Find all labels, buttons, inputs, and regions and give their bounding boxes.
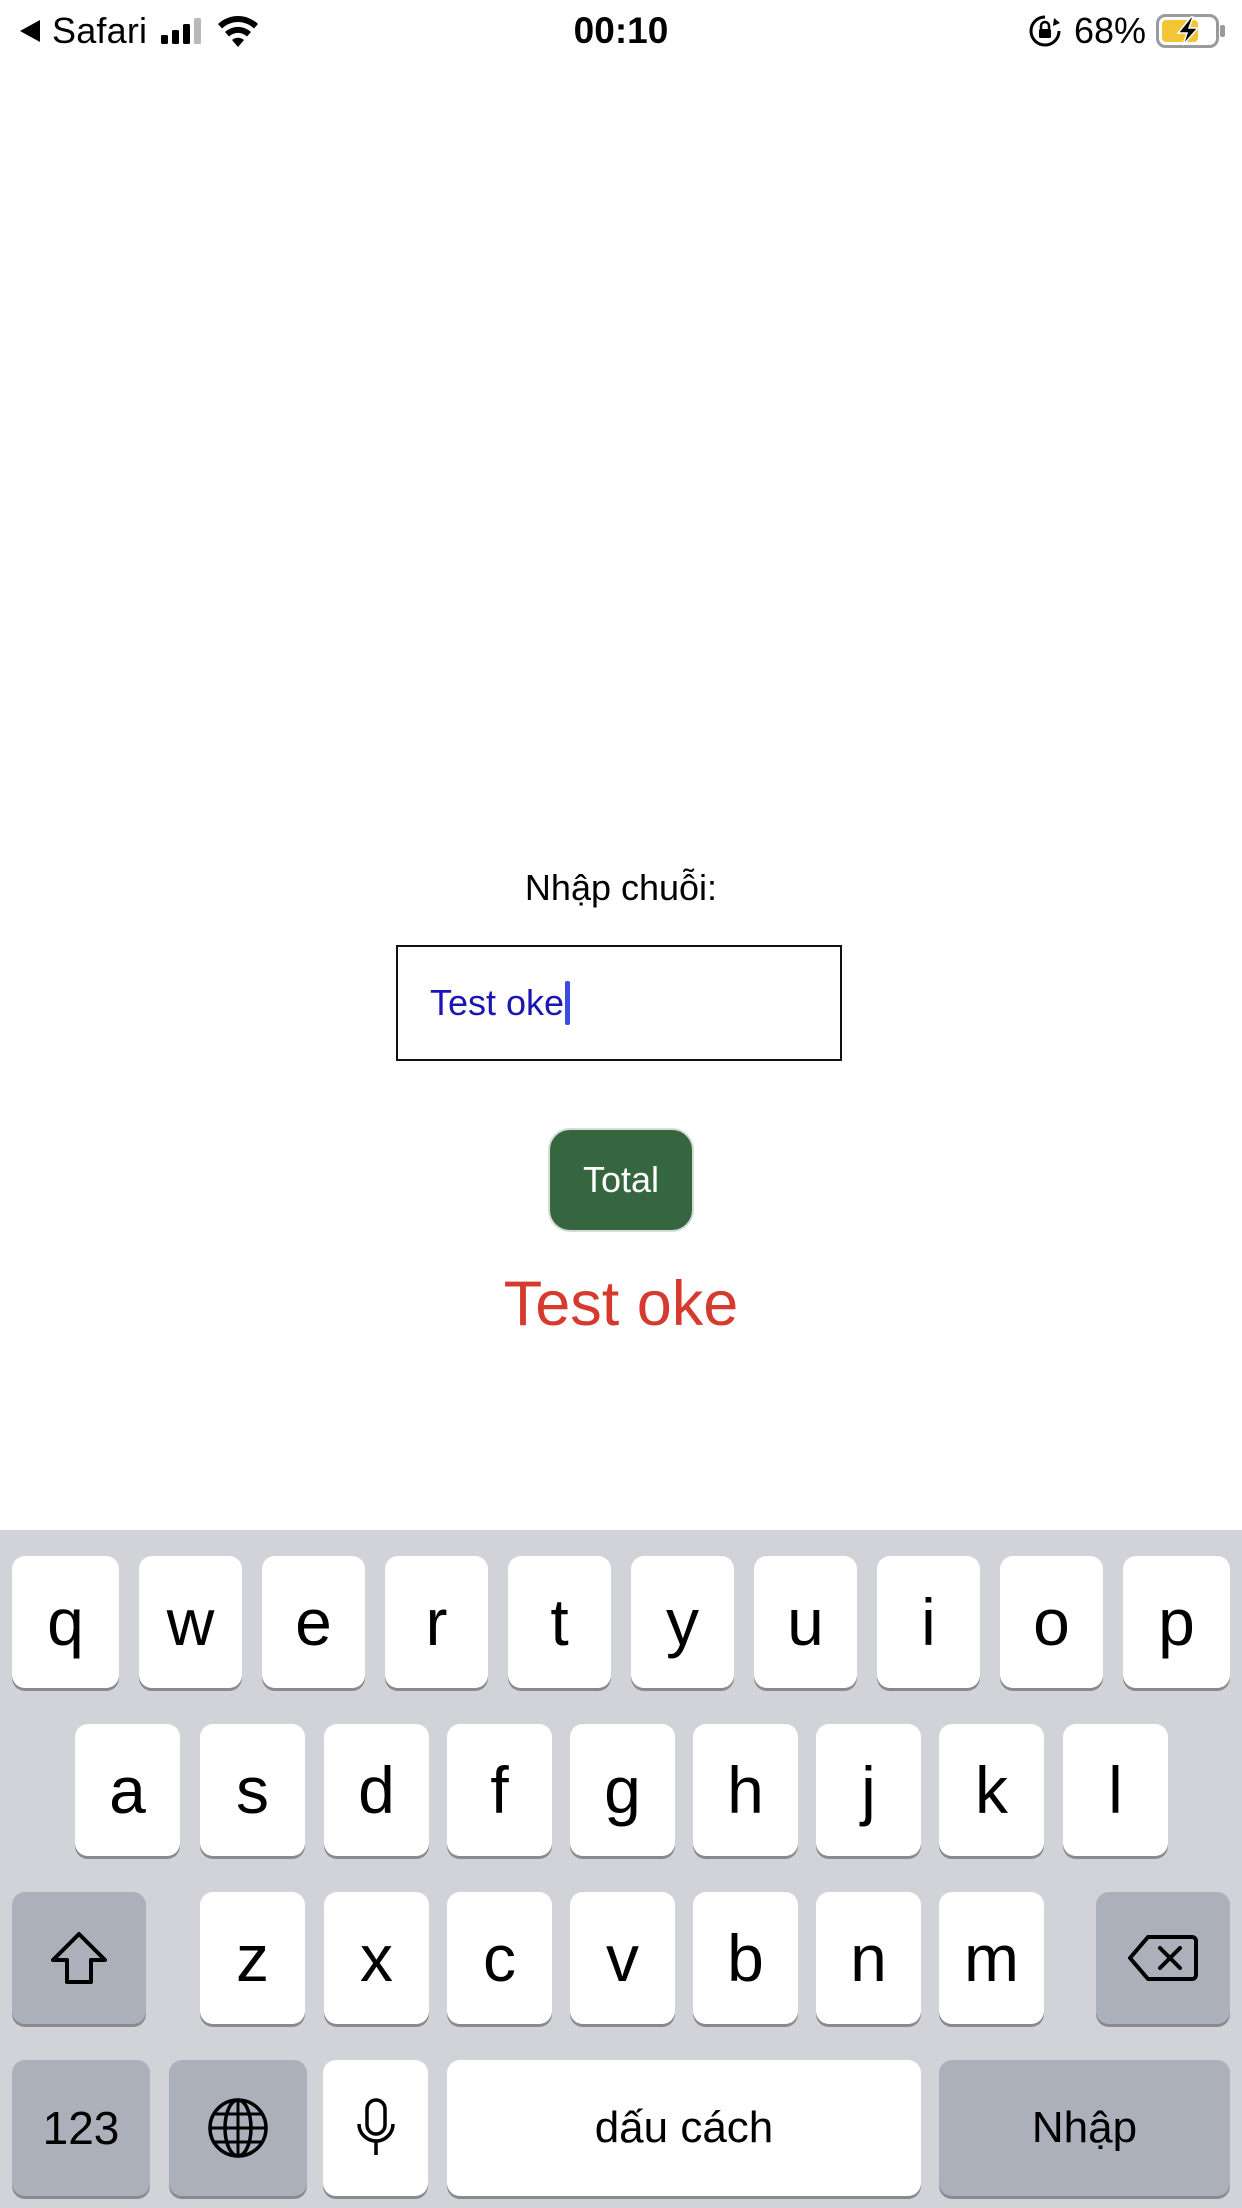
result-output: Test oke: [503, 1269, 739, 1339]
key-y[interactable]: y: [631, 1556, 734, 1688]
input-label: Nhập chuỗi:: [524, 867, 718, 908]
key-z[interactable]: z: [200, 1892, 305, 2024]
key-k[interactable]: k: [939, 1724, 1044, 1856]
key-m[interactable]: m: [939, 1892, 1044, 2024]
status-bar: Safari 00:10 68%: [0, 0, 1242, 62]
input-value: Test oke: [430, 982, 565, 1023]
text-caret: [565, 981, 571, 1025]
key-x[interactable]: x: [324, 1892, 429, 2024]
backspace-key[interactable]: [1096, 1892, 1230, 2024]
key-t[interactable]: t: [508, 1556, 611, 1688]
key-g[interactable]: g: [570, 1724, 675, 1856]
key-o[interactable]: o: [1000, 1556, 1103, 1688]
battery-charging-icon: [1156, 14, 1225, 48]
globe-icon: [208, 2098, 268, 2158]
key-c[interactable]: c: [447, 1892, 552, 2024]
key-r[interactable]: r: [385, 1556, 488, 1688]
key-e[interactable]: e: [262, 1556, 365, 1688]
key-v[interactable]: v: [570, 1892, 675, 2024]
key-p[interactable]: p: [1123, 1556, 1230, 1688]
key-a[interactable]: a: [75, 1724, 180, 1856]
dictation-key[interactable]: [323, 2060, 428, 2196]
battery-percent: 68%: [1073, 10, 1146, 51]
microphone-icon: [356, 2098, 395, 2155]
shift-key[interactable]: [12, 1892, 146, 2024]
key-f[interactable]: f: [447, 1724, 552, 1856]
key-h[interactable]: h: [693, 1724, 798, 1856]
total-button[interactable]: Total: [548, 1128, 694, 1232]
key-l[interactable]: l: [1063, 1724, 1168, 1856]
backspace-icon: [1128, 1935, 1198, 1981]
key-q[interactable]: q: [12, 1556, 119, 1688]
key-d[interactable]: d: [324, 1724, 429, 1856]
key-n[interactable]: n: [816, 1892, 921, 2024]
globe-key[interactable]: [169, 2060, 307, 2196]
key-s[interactable]: s: [200, 1724, 305, 1856]
key-w[interactable]: w: [139, 1556, 242, 1688]
on-screen-keyboard: q w e r t y u i o p a s d f g h j k l z …: [0, 1530, 1242, 2208]
key-i[interactable]: i: [877, 1556, 980, 1688]
key-j[interactable]: j: [816, 1724, 921, 1856]
string-input[interactable]: Test oke: [396, 945, 842, 1061]
key-u[interactable]: u: [754, 1556, 857, 1688]
numbers-key[interactable]: 123: [12, 2060, 150, 2196]
shift-icon: [51, 1932, 107, 1984]
return-key[interactable]: Nhập: [939, 2060, 1230, 2196]
space-key[interactable]: dấu cách: [447, 2060, 921, 2196]
key-b[interactable]: b: [693, 1892, 798, 2024]
rotation-lock-icon: [1029, 15, 1061, 47]
